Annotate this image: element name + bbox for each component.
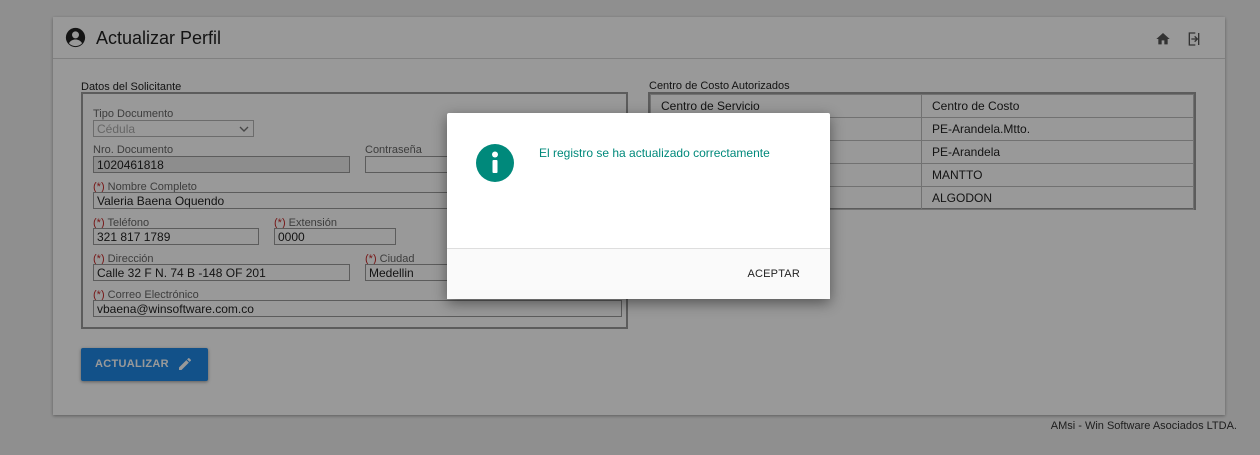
dialog-footer: ACEPTAR [447,248,830,299]
success-dialog: El registro se ha actualizado correctame… [447,113,830,299]
dialog-message: El registro se ha actualizado correctame… [539,146,770,160]
accept-button[interactable]: ACEPTAR [747,268,800,280]
info-icon [476,144,514,182]
